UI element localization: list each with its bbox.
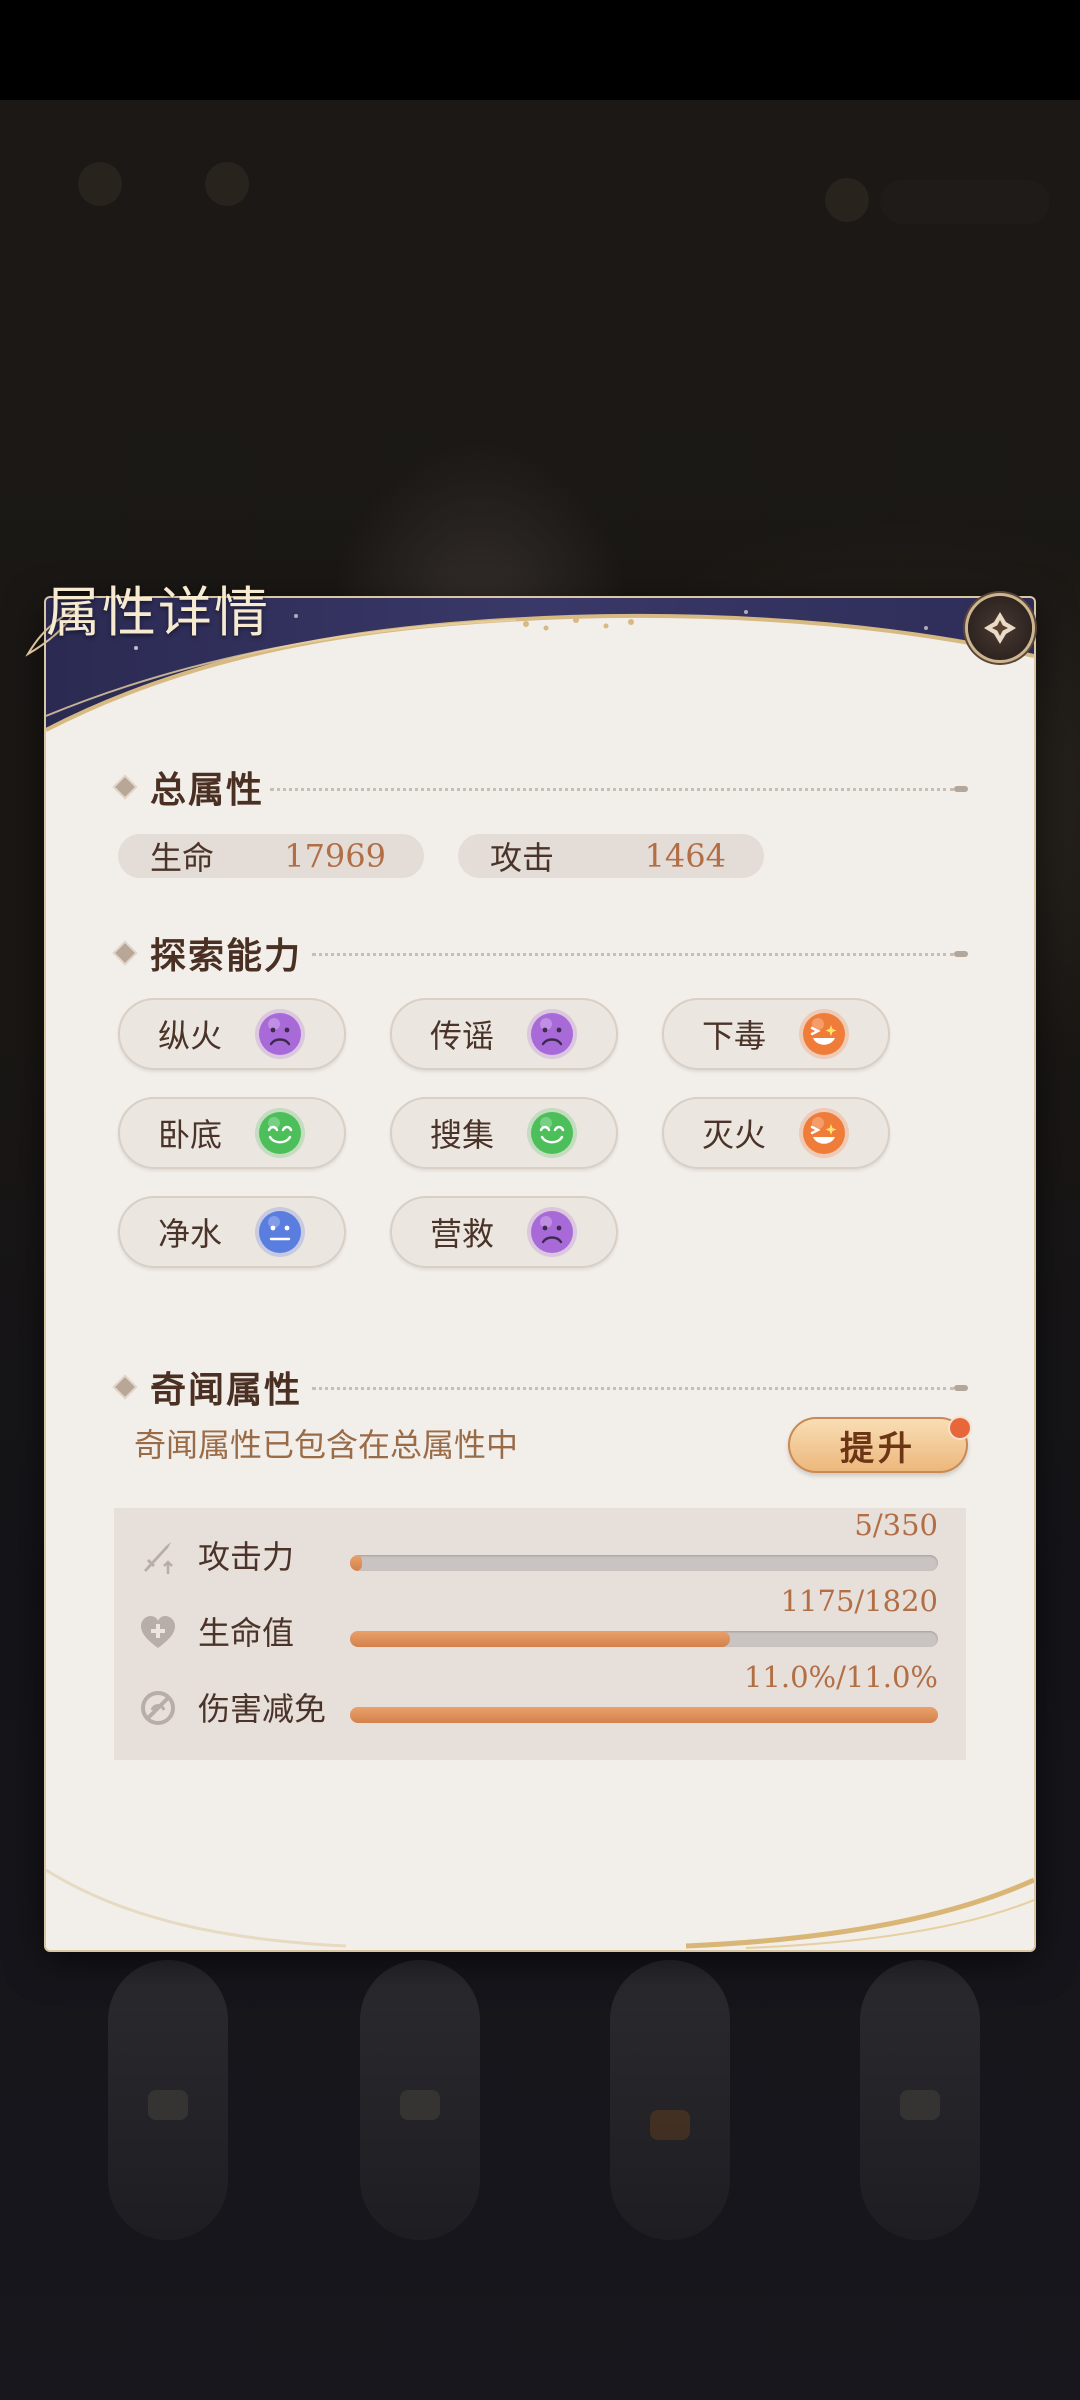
bonus-progress-bar: [350, 1707, 938, 1723]
footer-decoration: [46, 1868, 1034, 1949]
excited-face-icon: [798, 1008, 850, 1060]
background-menu-icon: [78, 162, 122, 206]
section-total-attributes: 总属性: [115, 762, 265, 812]
diamond-bullet-icon: [115, 943, 135, 963]
neutral-face-icon: [254, 1206, 306, 1258]
bonus-label: 生命值: [198, 1614, 295, 1652]
dialog-title: 属性详情: [46, 581, 270, 644]
section-title: 探索能力: [150, 935, 303, 977]
section-title: 奇闻属性: [150, 1369, 303, 1411]
background-slot: [360, 1960, 480, 2240]
sad-face-icon: [526, 1008, 578, 1060]
ability-chip: 搜集: [390, 1097, 618, 1169]
stat-value: 17969: [284, 837, 386, 875]
happy-face-icon: [254, 1107, 306, 1159]
shield-reduce-icon: [141, 1691, 175, 1725]
bonus-progress-fill: [350, 1631, 730, 1647]
heart-plus-icon: [141, 1616, 175, 1648]
excited-face-icon: [798, 1107, 850, 1159]
section-divider: [270, 788, 954, 791]
close-emblem-icon: [984, 612, 1016, 644]
diamond-bullet-icon: [115, 777, 135, 797]
ability-label: 营救: [430, 1215, 495, 1253]
sword-icon: [144, 1542, 173, 1574]
bonus-row-damage-reduction: 伤害减免 11.0%/11.0%: [114, 1660, 966, 1736]
stat-value: 1464: [644, 837, 726, 875]
section-divider: [312, 953, 954, 956]
ability-chip: 净水: [118, 1196, 346, 1268]
ability-chip: 下毒: [662, 998, 890, 1070]
ability-chip: 传谣: [390, 998, 618, 1070]
section-title: 总属性: [150, 769, 265, 811]
bonus-progress-bar: [350, 1631, 938, 1647]
anecdote-bonus-panel: 攻击力 5/350 生命值 1175/1820 伤害减免 11.0%/11.0%: [114, 1508, 966, 1760]
bonus-label: 伤害减免: [198, 1690, 327, 1728]
upgrade-button[interactable]: 提升: [788, 1417, 968, 1473]
stat-label: 攻击: [490, 839, 555, 877]
section-divider: [312, 1387, 954, 1390]
bonus-row-hp: 生命值 1175/1820: [114, 1584, 966, 1660]
close-button[interactable]: [968, 596, 1032, 660]
bonus-row-attack: 攻击力 5/350: [114, 1508, 966, 1584]
ability-chip: 灭火: [662, 1097, 890, 1169]
ability-label: 搜集: [430, 1116, 495, 1154]
bonus-value: 11.0%/11.0%: [743, 1660, 938, 1694]
sad-face-icon: [526, 1206, 578, 1258]
happy-face-icon: [526, 1107, 578, 1159]
background-currency-pill: [880, 180, 1050, 224]
anecdote-note: 奇闻属性已包含在总属性中: [134, 1426, 519, 1464]
stat-hp: 生命 17969: [118, 834, 424, 878]
background-slot: [108, 1960, 228, 2240]
section-divider-end: [954, 1385, 968, 1391]
background-slot: [610, 1960, 730, 2240]
background-map-icon: [205, 162, 249, 206]
background-slot: [860, 1960, 980, 2240]
bonus-progress-fill: [350, 1707, 938, 1723]
ability-chip: 纵火: [118, 998, 346, 1070]
ability-label: 净水: [158, 1215, 223, 1253]
stat-label: 生命: [150, 839, 215, 877]
bonus-label: 攻击力: [198, 1538, 295, 1576]
section-divider-end: [954, 786, 968, 792]
bonus-progress-fill: [350, 1555, 362, 1571]
section-divider-end: [954, 951, 968, 957]
ability-chip: 营救: [390, 1196, 618, 1268]
bonus-value: 5/350: [854, 1508, 938, 1542]
ability-label: 传谣: [430, 1017, 495, 1055]
ability-label: 灭火: [702, 1116, 767, 1154]
stat-attack: 攻击 1464: [458, 834, 764, 878]
status-bar-area: [0, 0, 1080, 100]
ability-chip: 卧底: [118, 1097, 346, 1169]
notification-dot: [950, 1418, 970, 1438]
bonus-value: 1175/1820: [780, 1584, 938, 1618]
ability-label: 下毒: [702, 1017, 767, 1055]
section-anecdote: 奇闻属性: [115, 1362, 303, 1412]
diamond-bullet-icon: [115, 1377, 135, 1397]
ability-label: 纵火: [158, 1017, 223, 1055]
background-currency-icon: [825, 178, 869, 222]
bonus-progress-bar: [350, 1555, 938, 1571]
ability-label: 卧底: [158, 1116, 223, 1154]
sad-face-icon: [254, 1008, 306, 1060]
section-exploration: 探索能力: [115, 928, 303, 978]
